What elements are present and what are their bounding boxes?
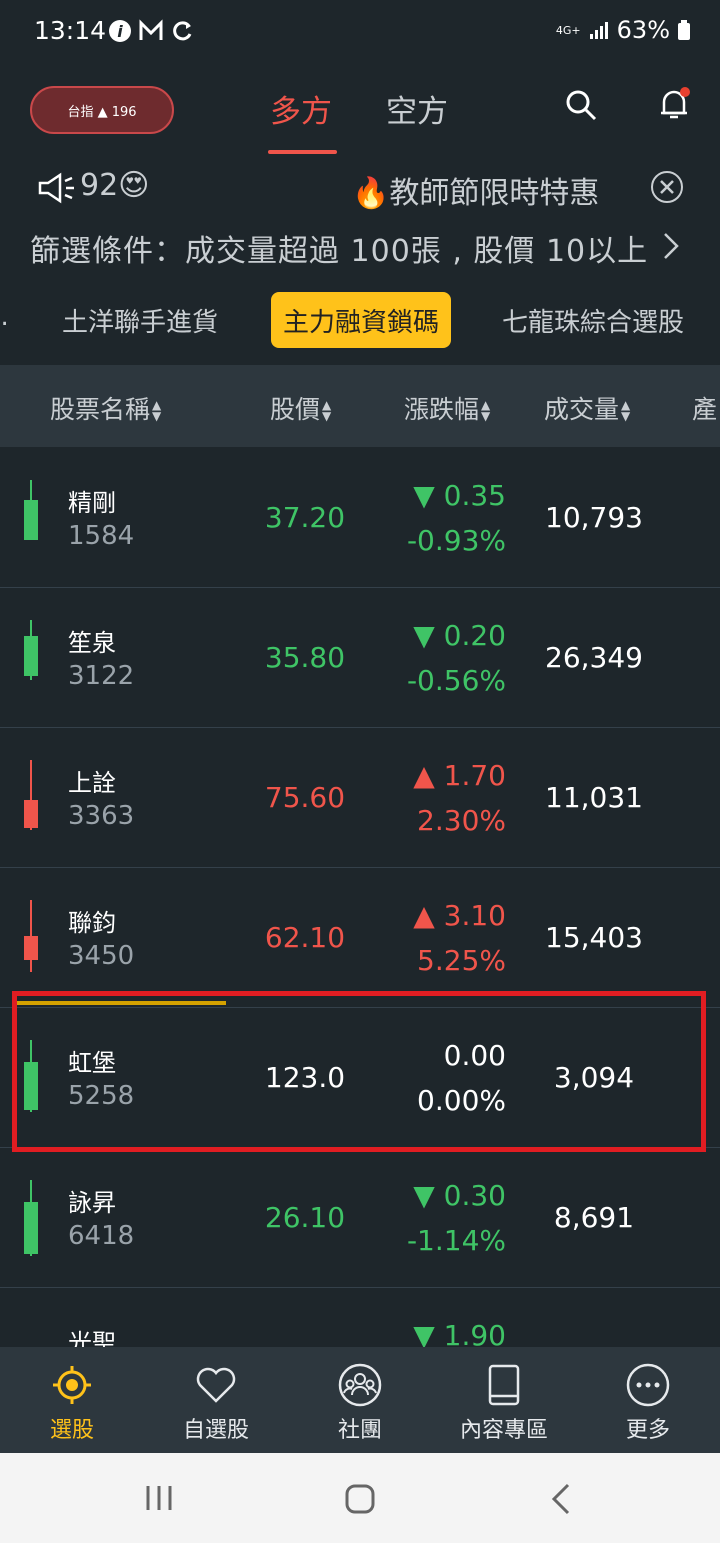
- stock-code: 1584: [68, 521, 135, 551]
- group-icon: [338, 1363, 382, 1407]
- search-icon[interactable]: [564, 88, 598, 122]
- stock-change: ▲ 1.70: [413, 759, 506, 792]
- stock-code: 3122: [68, 661, 135, 691]
- more-icon: [626, 1363, 670, 1407]
- column-header-name[interactable]: 股票名稱 ▲ ▼: [50, 390, 161, 426]
- strategy-tab[interactable]: 土洋聯手進貨: [62, 302, 218, 339]
- stock-volume: 11,031: [545, 781, 643, 814]
- tab-short[interactable]: 空方: [386, 86, 448, 131]
- candlestick-icon: [24, 620, 38, 700]
- nav-label: 社團: [337, 1418, 382, 1443]
- nav-label: 更多: [625, 1418, 670, 1443]
- stock-change-percent: 5.25%: [417, 944, 506, 977]
- nav-label: 選股: [49, 1418, 94, 1443]
- bell-icon[interactable]: [656, 86, 692, 122]
- table-row[interactable]: 笙泉 3122 35.80 ▼ 0.20 -0.56% 26,349: [0, 589, 720, 728]
- table-row[interactable]: 精剛 1584 37.20 ▼ 0.35 -0.93% 10,793: [0, 449, 720, 588]
- strategy-tab[interactable]: 七龍珠綜合選股: [502, 302, 684, 339]
- marquee-text-right[interactable]: 🔥教師節限時特惠: [352, 168, 599, 212]
- nav-more[interactable]: 更多: [588, 1362, 708, 1444]
- marquee-text-left[interactable]: 92😍: [80, 168, 149, 203]
- stock-name: 笙泉: [68, 629, 116, 657]
- home-icon[interactable]: [344, 1483, 376, 1515]
- column-header-volume[interactable]: 成交量 ▲ ▼: [544, 390, 630, 426]
- book-icon: [488, 1364, 520, 1406]
- battery-percent: 63%: [616, 16, 670, 44]
- stock-volume: 26,349: [545, 641, 643, 674]
- nav-label: 自選股: [182, 1418, 249, 1443]
- stock-change-percent: -0.56%: [406, 664, 506, 697]
- stock-code: 6418: [68, 1221, 135, 1251]
- candlestick-icon: [24, 900, 38, 980]
- status-right: 4G+ 63%: [556, 16, 690, 44]
- nav-community[interactable]: 社團: [300, 1362, 420, 1444]
- stock-code: 3450: [68, 941, 135, 971]
- close-icon[interactable]: [650, 170, 684, 204]
- back-icon[interactable]: [548, 1481, 574, 1517]
- chevron-right-icon[interactable]: [660, 230, 682, 262]
- stock-change: ▼ 0.20: [413, 619, 506, 652]
- signal-icon: [589, 22, 608, 39]
- nav-content[interactable]: 內容專區: [444, 1362, 564, 1444]
- filter-conditions[interactable]: 篩選條件：成交量超過 100張 , 股價 10以上: [30, 226, 648, 270]
- stock-name: 上詮: [68, 769, 116, 797]
- strategy-tab[interactable]: ...: [0, 302, 9, 332]
- stock-volume: 8,691: [553, 1201, 635, 1234]
- sync-icon: [173, 21, 192, 41]
- table-row[interactable]: 詠昇 6418 26.10 ▼ 0.30 -1.14% 8,691: [0, 1149, 720, 1288]
- highlight-box: [12, 991, 706, 1152]
- android-nav-bar: [0, 1453, 720, 1543]
- column-header-change[interactable]: 漲跌幅 ▲ ▼: [404, 390, 490, 426]
- stock-change-percent: 2.30%: [417, 804, 506, 837]
- tab-long[interactable]: 多方: [270, 86, 332, 131]
- target-icon: [53, 1366, 91, 1404]
- table-row[interactable]: 聯鈞 3450 62.10 ▲ 3.10 5.25% 15,403: [0, 869, 720, 1008]
- table-row[interactable]: 上詮 3363 75.60 ▲ 1.70 2.30% 11,031: [0, 729, 720, 868]
- stock-change-percent: -1.14%: [406, 1224, 506, 1257]
- stock-name: 精剛: [68, 489, 116, 517]
- tab-underline: [268, 150, 337, 154]
- stock-volume: 15,403: [545, 921, 643, 954]
- network-label: 4G+: [555, 23, 581, 37]
- nav-watchlist[interactable]: 自選股: [156, 1362, 276, 1444]
- mail-icon: [139, 19, 163, 40]
- column-header-price[interactable]: 股價 ▲ ▼: [270, 390, 331, 426]
- stock-change: ▼ 0.30: [413, 1179, 506, 1212]
- index-pill[interactable]: 台指 ▲ 196: [30, 86, 174, 134]
- battery-icon: [678, 20, 690, 40]
- nav-screener[interactable]: 選股: [12, 1362, 132, 1444]
- stock-change-percent: -0.93%: [406, 524, 506, 557]
- status-time: 13:14: [34, 16, 107, 45]
- candlestick-icon: [24, 1180, 38, 1260]
- speaker-icon: [38, 172, 74, 204]
- stock-name: 聯鈞: [68, 909, 116, 937]
- svg-text:i: i: [117, 22, 123, 41]
- candlestick-icon: [24, 480, 38, 560]
- recent-apps-icon[interactable]: [144, 1483, 174, 1513]
- heart-icon: [196, 1367, 236, 1403]
- info-icon: i: [109, 20, 131, 42]
- stock-volume: 10,793: [545, 501, 643, 534]
- nav-label: 內容專區: [459, 1418, 548, 1443]
- stock-change: ▼ 0.35: [413, 479, 506, 512]
- column-header-industry[interactable]: 產: [692, 390, 717, 426]
- strategy-tab-active[interactable]: 主力融資鎖碼: [271, 292, 452, 348]
- stock-name: 詠昇: [68, 1189, 116, 1217]
- candlestick-icon: [24, 760, 38, 840]
- stock-change: ▲ 3.10: [413, 899, 506, 932]
- stock-code: 3363: [68, 801, 135, 831]
